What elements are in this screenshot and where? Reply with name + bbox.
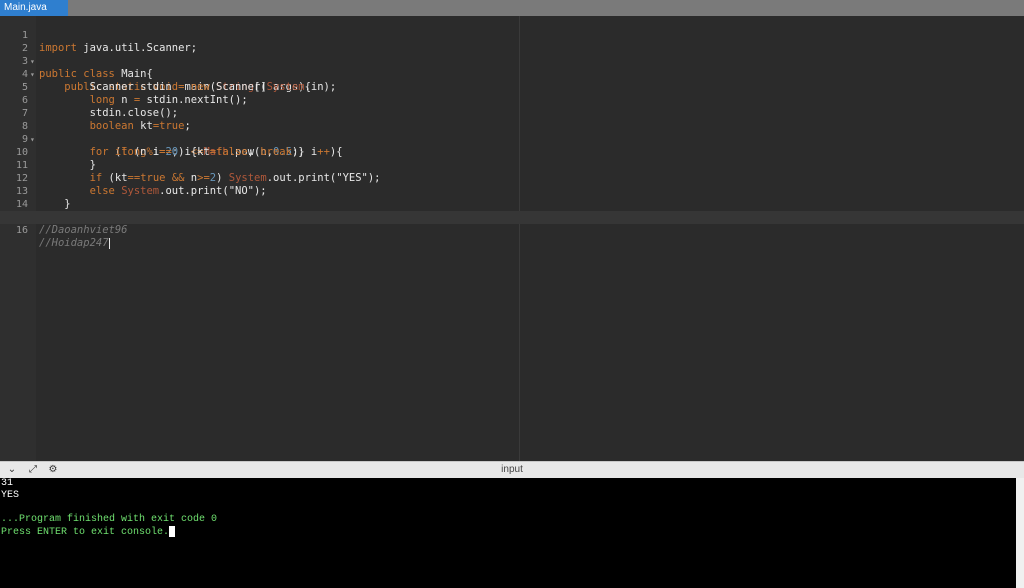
tab-main-java[interactable]: Main.java bbox=[0, 0, 68, 16]
console-cursor bbox=[169, 526, 176, 537]
console-output[interactable]: 31 YES ...Program finished with exit cod… bbox=[0, 478, 1016, 588]
code-line: 6 stdin.close(); bbox=[0, 81, 1024, 119]
console-line: YES bbox=[1, 490, 20, 501]
code-text: //Hoidap247 bbox=[39, 237, 110, 249]
code-line: 9 if (n%i==0) {kt=false; break;} bbox=[0, 120, 1024, 158]
code-line: 5 long n = stdin.nextInt(); bbox=[0, 68, 1024, 106]
code-line: 10 } bbox=[0, 133, 1024, 171]
code-line: 8 ▾ for (long i=2; i<=Math.pow(n,0.5); i… bbox=[0, 107, 1024, 158]
code-line: 15 //Daoanhviet96 bbox=[0, 198, 1024, 236]
console-line: ...Program finished with exit code 0 bbox=[1, 514, 218, 525]
line-number: 16 bbox=[15, 225, 28, 236]
code-line: 13 } bbox=[0, 172, 1024, 210]
code-line: 12 else System.out.print("NO"); bbox=[0, 159, 1024, 197]
code-line: 11 if (kt==true && n>=2) System.out.prin… bbox=[0, 146, 1024, 184]
console-line: 31 bbox=[1, 478, 14, 489]
text-cursor bbox=[108, 237, 110, 249]
code-line: 3 ▾ public static void main(String[] arg… bbox=[0, 42, 1024, 93]
code-line: 4 Scanner stdin = new Scanner(System.in)… bbox=[0, 55, 1024, 93]
code-line: 2 ▾ public class Main{ bbox=[0, 29, 1024, 80]
code-line: 7 boolean kt=true; bbox=[0, 94, 1024, 132]
code-line: 1 import java.util.Scanner; bbox=[0, 16, 1024, 54]
console-line: Press ENTER to exit console. bbox=[0, 526, 1016, 538]
code-editor[interactable]: 1 import java.util.Scanner; 2 ▾ public c… bbox=[0, 16, 1024, 461]
console-toolbar: ⌄ ⤢ ⚙ input bbox=[0, 461, 1024, 478]
console-title: input bbox=[501, 464, 523, 475]
code-line: 14 } bbox=[0, 185, 1024, 223]
code-area[interactable]: 1 import java.util.Scanner; 2 ▾ public c… bbox=[0, 16, 1024, 249]
tab-bar: Main.java bbox=[0, 0, 1024, 16]
code-text: //Daoanhviet96 bbox=[39, 224, 128, 236]
console-scrollbar[interactable] bbox=[1016, 478, 1024, 588]
code-line-active: 16 //Hoidap247 bbox=[0, 211, 1024, 249]
